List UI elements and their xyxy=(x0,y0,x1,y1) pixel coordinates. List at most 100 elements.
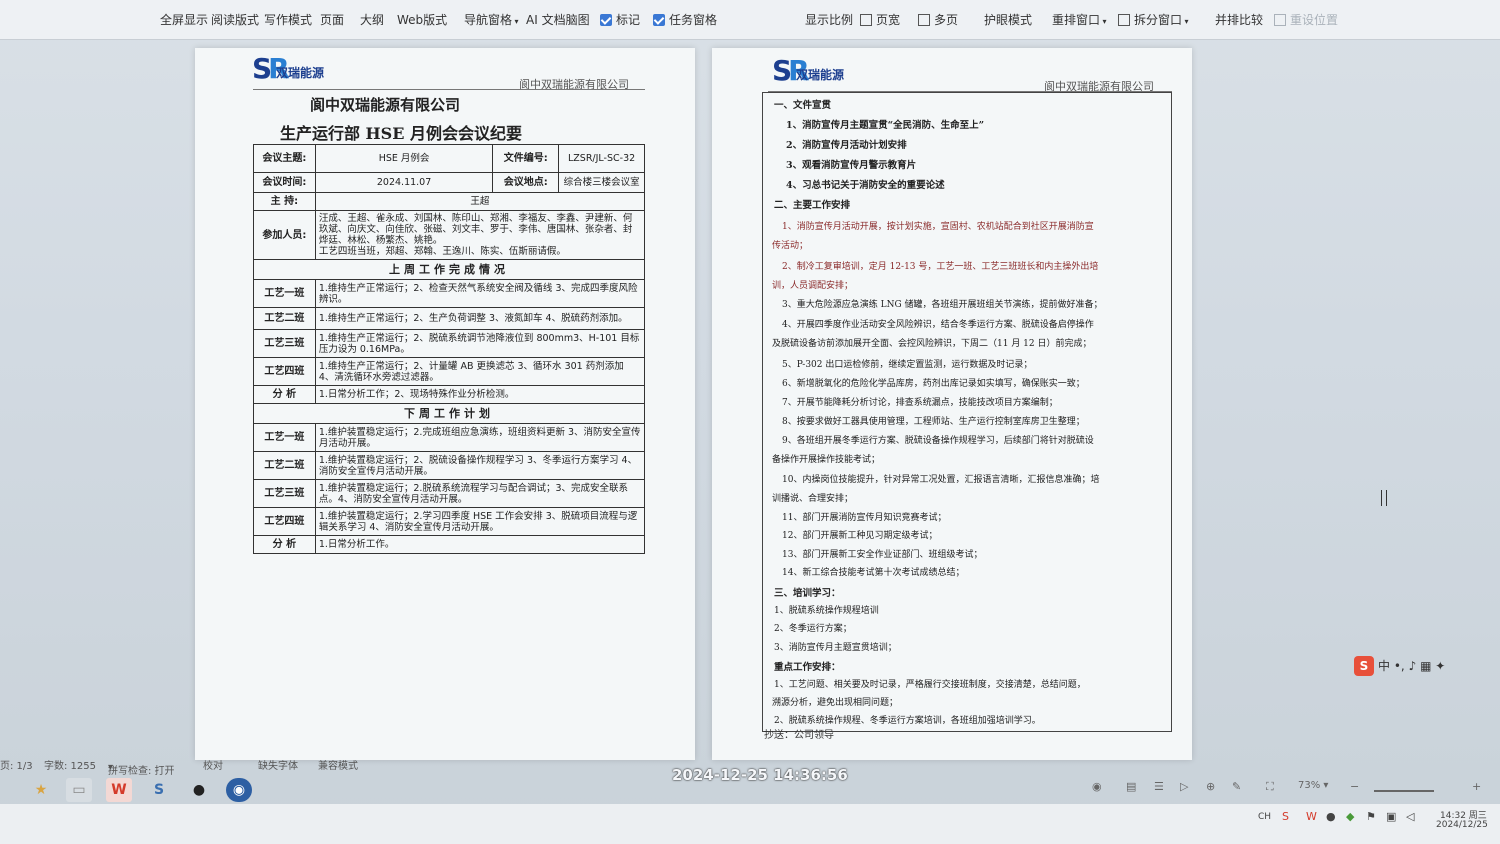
doc-title-company: 阆中双瑞能源有限公司 xyxy=(309,96,460,114)
proofread-button[interactable]: 校对 xyxy=(203,757,223,772)
doc-no-value: LZSR/JL-SC-32 xyxy=(558,144,645,173)
task-pane-checkbox[interactable]: 任务窗格 xyxy=(653,10,717,30)
punctuation-icon[interactable]: •, xyxy=(1394,659,1405,673)
wps-writer-icon[interactable]: W xyxy=(106,778,132,802)
page-count[interactable]: 页: 1/3 xyxy=(0,757,33,772)
table-row: 工艺二班 1.维持生产正常运行；2、生产负荷调整 3、液氮卸车 4、脱硫药剂添加… xyxy=(253,307,646,330)
content-line: 备操作开展操作技能考试； xyxy=(772,455,881,465)
content-heading: 1、消防宣传月主题宣贯“全民消防、生命至上” xyxy=(786,120,985,131)
fullscreen-button[interactable]: 全屏显示 xyxy=(160,10,208,30)
content-heading: 2、消防宣传月活动计划安排 xyxy=(786,140,907,151)
star-app-icon[interactable]: ★ xyxy=(28,778,54,802)
system-tray: CH S W ● ◆ ⚑ ▣ ◁ 14:32 周三 2024/12/25 xyxy=(0,804,1500,844)
content-heading: 一、文件宣贯 xyxy=(774,100,832,111)
side-by-side-button[interactable]: 并排比较 xyxy=(1215,10,1263,30)
eye-protection-button[interactable]: 护眼模式 xyxy=(984,10,1032,30)
multi-page-icon xyxy=(918,14,930,26)
content-line: 训播说、合理安排； xyxy=(772,494,854,504)
host-label: 主 持: xyxy=(253,192,316,211)
content-line: 溯源分析，避免出现相同问题； xyxy=(772,698,899,708)
folder-icon[interactable]: ▭ xyxy=(66,778,92,802)
table-row: 工艺四班 1.维护装置稳定运行；2.学习四季度 HSE 工作会安排 3、脱硫项目… xyxy=(253,507,646,536)
content-line: 1、消防宣传月活动开展，按计划实施，宣固村、农机站配合到社区开展消防宣 xyxy=(782,222,1094,232)
company-logo: SR 双瑞能源 xyxy=(772,54,845,87)
table-row: 工艺一班 1.维持生产正常运行；2、检查天然气系统安全阀及循线 3、完成四季度风… xyxy=(253,279,646,308)
content-heading: 二、主要工作安排 xyxy=(774,200,851,211)
browser-icon[interactable]: ◉ xyxy=(226,778,252,802)
page-view-button[interactable]: 页面 xyxy=(320,10,344,30)
ai-mindmap-button[interactable]: AI 文档脑图 xyxy=(526,10,590,30)
ime-toolbar[interactable]: S中 •, ♪ ▦ ✦ xyxy=(1354,656,1445,678)
qq-tray-icon[interactable]: ● xyxy=(1326,810,1336,823)
content-line: 13、部门开展新工安全作业证部门、班组级考试； xyxy=(782,550,983,560)
outline-view-button[interactable]: 大纲 xyxy=(360,10,384,30)
content-line: 7、开展节能降耗分析讨论，排查系统漏点，技能技改项目方案编制； xyxy=(782,398,1058,408)
content-line: 2、冬季运行方案； xyxy=(774,624,852,634)
content-line: 8、按要求做好工器具使用管理，工程师站、生产运行控制室库房卫生整理； xyxy=(782,417,1085,427)
content-line: 4、开展四季度作业活动安全风险辨识，结合冬季运行方案、脱硫设备启停操作 xyxy=(782,320,1094,330)
network-icon[interactable]: ▣ xyxy=(1386,810,1396,823)
header-divider xyxy=(253,89,645,90)
word-count[interactable]: 字数: 1255 xyxy=(44,757,96,772)
doc-title-meeting: 生产运行部 HSE 月例会会议纪要 xyxy=(279,124,522,143)
chevron-down-icon: ▾ xyxy=(108,762,114,773)
content-line: 5、P-302 出口运检修前，继续定置监测，运行数据及时记录； xyxy=(782,360,1033,370)
missing-font-button[interactable]: 缺失字体 xyxy=(258,757,298,772)
sogou-ime-icon: S xyxy=(1354,656,1374,676)
content-line: 及脱硫设备访前添加展开全面、会控风险辨识，下周二（11 月 12 日）前完成； xyxy=(772,339,1092,349)
content-heading: 重点工作安排： xyxy=(774,662,841,673)
content-line: 训，人员调配安排； xyxy=(772,281,854,291)
content-line: 传活动； xyxy=(772,241,809,251)
skin-icon[interactable]: ✦ xyxy=(1435,659,1445,673)
chevron-down-icon: ▾ xyxy=(512,17,519,26)
time-value: 2024.11.07 xyxy=(314,172,494,193)
content-heading: 三、培训学习： xyxy=(774,588,841,599)
checkbox-checked-icon xyxy=(600,14,612,26)
content-line: 11、部门开展消防宣传月知识竞赛考试； xyxy=(782,513,947,523)
content-heading: 3、观看消防宣传月警示教育片 xyxy=(786,160,917,171)
table-row: 工艺四班 1.维持生产正常运行；2、计量罐 AB 更换滤芯 3、循环水 301 … xyxy=(253,357,646,386)
page-width-button[interactable]: 页宽 xyxy=(860,10,900,30)
table-row: 工艺一班 1.维护装置稳定运行；2.完成班组应急演练，班组资料更新 3、消防安全… xyxy=(253,423,646,452)
content-line: 10、内操岗位技能提升，针对异常工况处置，汇报语言清晰，汇报信息准确；培 xyxy=(782,475,1100,485)
table-row: 工艺三班 1.维持生产正常运行；2、脱硫系统调节池降液位到 800mm3、H-1… xyxy=(253,329,646,358)
reading-layout-button[interactable]: 阅读版式 xyxy=(211,10,259,30)
next-week-heading: 下周工作计划 xyxy=(253,403,645,424)
multi-page-button[interactable]: 多页 xyxy=(918,10,958,30)
keyboard-icon[interactable]: ▦ xyxy=(1420,659,1431,673)
wps-tray-icon[interactable]: W xyxy=(1306,810,1317,823)
sogou-tray-icon[interactable]: S xyxy=(1282,810,1289,823)
security-tray-icon[interactable]: ◆ xyxy=(1346,810,1354,823)
volume-icon[interactable]: ◁ xyxy=(1406,810,1414,823)
content-line: 1、脱硫系统操作规程培训 xyxy=(774,606,879,616)
text-cursor-icon xyxy=(1381,490,1387,506)
attendees-label: 参加人员: xyxy=(253,210,316,260)
language-indicator[interactable]: CH xyxy=(1258,812,1271,822)
document-page-2[interactable]: SR 双瑞能源 阆中双瑞能源有限公司 一、文件宣贯 1、消防宣传月主题宣贯“全民消… xyxy=(712,48,1192,760)
navigation-pane-dropdown[interactable]: 导航窗格 ▾ xyxy=(464,10,519,30)
place-value: 综合楼三楼会议室 xyxy=(558,172,645,193)
zoom-ratio-button[interactable]: 显示比例 xyxy=(805,10,853,30)
table-row: 分 析 1.日常分析工作。 xyxy=(253,535,646,554)
flag-icon[interactable]: ⚑ xyxy=(1366,810,1376,823)
compat-mode-label: 兼容模式 xyxy=(318,761,358,772)
content-line: 9、各班组开展冬季运行方案、脱硫设备操作规程学习，后续部门将针对脱硫设 xyxy=(782,436,1094,446)
reset-position-button[interactable]: 重设位置 xyxy=(1274,10,1338,30)
table-row: 工艺三班 1.维护装置稳定运行；2.脱硫系统流程学习与配合调试；3、完成安全联系… xyxy=(253,479,646,508)
view-toolbar: 全屏显示 阅读版式 写作模式 页面 大纲 Web版式 导航窗格 ▾ AI 文档脑… xyxy=(0,0,1500,40)
split-window-dropdown[interactable]: 拆分窗口 ▾ xyxy=(1118,10,1189,30)
content-line: 14、新工综合技能考试第十次考试成绩总结； xyxy=(782,568,965,578)
arrange-windows-dropdown[interactable]: 重排窗口 ▾ xyxy=(1052,10,1107,30)
qq-penguin-icon[interactable]: ● xyxy=(186,778,212,802)
tray-date[interactable]: 2024/12/25 xyxy=(1436,820,1488,830)
checkbox-checked-icon xyxy=(653,14,665,26)
markup-checkbox[interactable]: 标记 xyxy=(600,10,640,30)
microphone-icon[interactable]: ♪ xyxy=(1409,659,1417,673)
writing-mode-button[interactable]: 写作模式 xyxy=(264,10,312,30)
document-page-1[interactable]: SR 双瑞能源 阆中双瑞能源有限公司 阆中双瑞能源有限公司 生产运行部 HSE … xyxy=(195,48,695,760)
content-line: 2、制冷工复审培训，定月 12-13 号，工艺一班、工艺三班班长和内主操外出培 xyxy=(782,262,1099,272)
page-width-icon xyxy=(860,14,872,26)
content-line: 12、部门开展新工种见习期定级考试； xyxy=(782,531,938,541)
sogou-icon[interactable]: S xyxy=(146,778,172,802)
web-layout-button[interactable]: Web版式 xyxy=(397,10,447,30)
